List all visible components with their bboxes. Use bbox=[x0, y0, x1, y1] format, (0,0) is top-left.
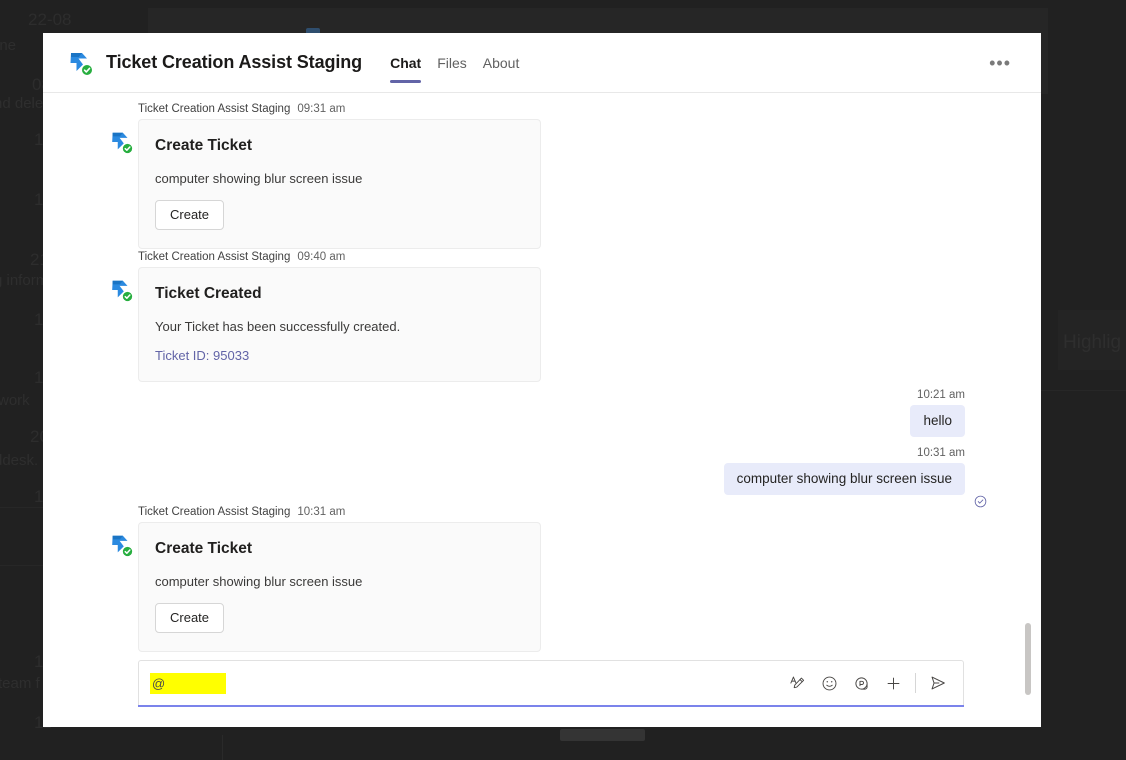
tab-files[interactable]: Files bbox=[429, 33, 475, 93]
scrollbar-thumb[interactable] bbox=[1025, 623, 1031, 695]
backdrop-ghost-text: team f bbox=[0, 675, 40, 692]
card-title: Ticket Created bbox=[155, 285, 524, 303]
message-list: Ticket Creation Assist Staging 09:31 am C… bbox=[43, 93, 1041, 663]
message-timestamp: 10:21 am bbox=[917, 389, 965, 401]
sticker-icon[interactable] bbox=[846, 668, 876, 698]
bot-avatar-icon bbox=[108, 532, 134, 558]
backdrop-divider bbox=[222, 735, 223, 760]
message-timestamp: 10:31 am bbox=[297, 506, 345, 518]
adaptive-card: Create Ticket computer showing blur scre… bbox=[138, 119, 541, 249]
compose-toolbar bbox=[782, 668, 953, 698]
page-title: Ticket Creation Assist Staging bbox=[106, 52, 362, 73]
more-options-icon[interactable]: ••• bbox=[981, 54, 1019, 72]
message-timestamp: 09:40 am bbox=[297, 251, 345, 263]
adaptive-card: Ticket Created Your Ticket has been succ… bbox=[138, 267, 541, 382]
backdrop-taskbar-item bbox=[560, 729, 645, 741]
message-input[interactable]: @ bbox=[150, 661, 782, 705]
message-meta: Ticket Creation Assist Staging 10:31 am bbox=[138, 506, 345, 518]
backdrop-ghost-text: ine bbox=[0, 37, 16, 54]
teams-app-window: Ticket Creation Assist Staging Chat File… bbox=[43, 33, 1041, 727]
bot-avatar bbox=[108, 277, 134, 303]
message-sender: Ticket Creation Assist Staging bbox=[138, 103, 290, 115]
bot-avatar-icon bbox=[108, 129, 134, 155]
tab-about[interactable]: About bbox=[475, 33, 528, 93]
bot-avatar-icon bbox=[66, 49, 94, 77]
card-body-text: Your Ticket has been successfully create… bbox=[155, 319, 524, 334]
create-button[interactable]: Create bbox=[155, 200, 224, 230]
create-button[interactable]: Create bbox=[155, 603, 224, 633]
bot-avatar-icon bbox=[108, 277, 134, 303]
bot-avatar bbox=[108, 532, 134, 558]
backdrop-ghost-text: Highlig bbox=[1063, 332, 1121, 354]
message-meta: Ticket Creation Assist Staging 09:31 am bbox=[138, 103, 345, 115]
toolbar-divider bbox=[915, 673, 916, 693]
send-icon[interactable] bbox=[923, 668, 953, 698]
message-sender: Ticket Creation Assist Staging bbox=[138, 251, 290, 263]
card-body-text: computer showing blur screen issue bbox=[155, 574, 524, 589]
backdrop-ghost-text: 22-08 bbox=[28, 10, 71, 30]
card-title: Create Ticket bbox=[155, 137, 524, 155]
chat-body: Ticket Creation Assist Staging 09:31 am C… bbox=[43, 93, 1041, 727]
backdrop-ghost-text: nd dele bbox=[0, 95, 43, 112]
message-meta: Ticket Creation Assist Staging 09:40 am bbox=[138, 251, 345, 263]
bot-avatar bbox=[66, 49, 94, 77]
backdrop-divider bbox=[1040, 390, 1126, 391]
delivered-check-icon bbox=[974, 495, 987, 508]
card-body-text: computer showing blur screen issue bbox=[155, 171, 524, 186]
message-sender: Ticket Creation Assist Staging bbox=[138, 506, 290, 518]
tab-chat[interactable]: Chat bbox=[382, 33, 429, 93]
backdrop-ghost-text: g inform bbox=[0, 272, 48, 289]
message-timestamp: 10:31 am bbox=[917, 447, 965, 459]
emoji-icon[interactable] bbox=[814, 668, 844, 698]
ticket-id-link[interactable]: Ticket ID: 95033 bbox=[155, 348, 524, 363]
format-icon[interactable] bbox=[782, 668, 812, 698]
card-title: Create Ticket bbox=[155, 540, 524, 558]
message-compose-box[interactable]: @ bbox=[138, 660, 964, 705]
plus-icon[interactable] bbox=[878, 668, 908, 698]
adaptive-card: Create Ticket computer showing blur scre… bbox=[138, 522, 541, 652]
user-message-bubble: hello bbox=[910, 405, 965, 437]
tab-bar: Chat Files About bbox=[382, 33, 527, 93]
backdrop-ghost-text: work bbox=[0, 392, 30, 409]
app-header: Ticket Creation Assist Staging Chat File… bbox=[43, 33, 1041, 93]
mention-token[interactable]: @ bbox=[150, 673, 226, 694]
backdrop-ghost-text: ddesk. bbox=[0, 452, 38, 469]
bot-avatar bbox=[108, 129, 134, 155]
user-message-bubble: computer showing blur screen issue bbox=[724, 463, 965, 495]
message-list-scrollbar[interactable] bbox=[1029, 93, 1036, 663]
message-timestamp: 09:31 am bbox=[297, 103, 345, 115]
